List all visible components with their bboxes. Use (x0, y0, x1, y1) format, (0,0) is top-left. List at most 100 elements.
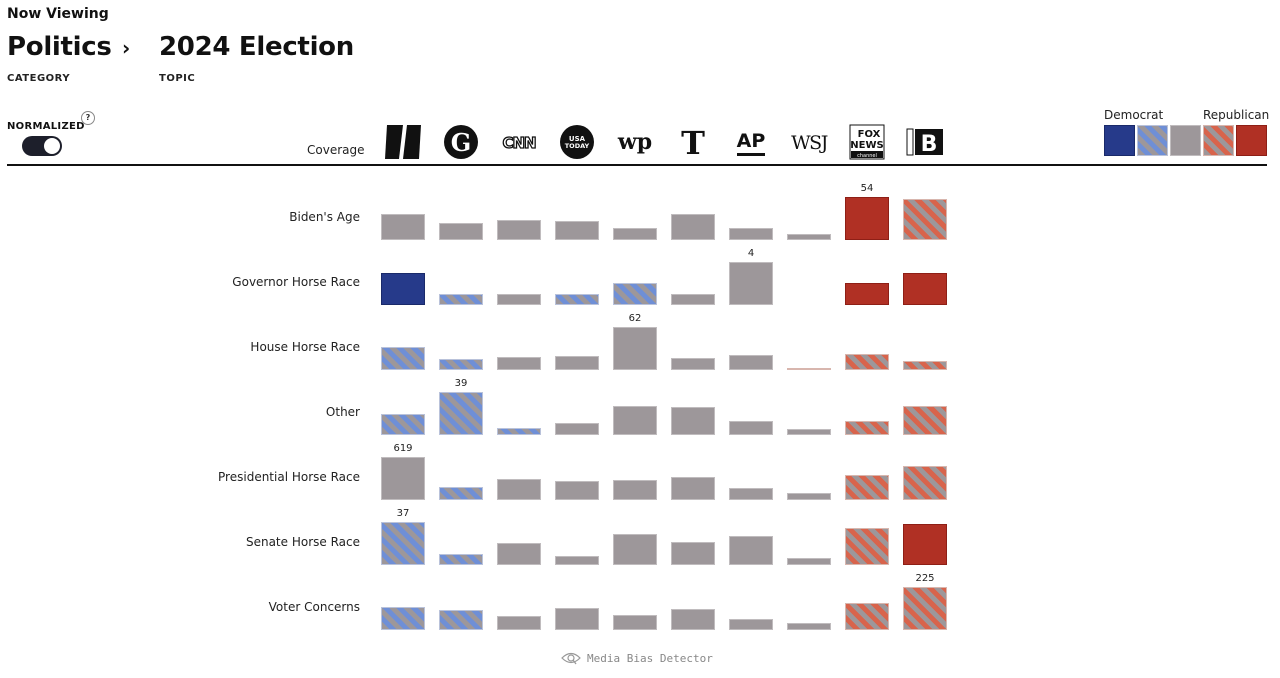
bar[interactable] (497, 357, 541, 370)
bar[interactable] (903, 524, 947, 565)
bar[interactable] (845, 475, 889, 500)
category-title[interactable]: Politics (7, 32, 112, 62)
help-icon[interactable]: ? (81, 111, 95, 125)
bar[interactable] (555, 294, 599, 305)
legend-swatch-lean-democrat (1137, 125, 1168, 156)
usa-today-logo[interactable]: USA TODAY (555, 124, 599, 160)
bar[interactable] (555, 608, 599, 630)
bar[interactable] (613, 327, 657, 370)
bar[interactable] (729, 262, 773, 305)
bar[interactable] (671, 294, 715, 305)
bar[interactable] (613, 406, 657, 435)
bar[interactable] (845, 283, 889, 305)
bar[interactable] (845, 197, 889, 240)
bar[interactable] (497, 428, 541, 435)
footer-brand[interactable]: Media Bias Detector (561, 651, 713, 665)
bar[interactable] (381, 347, 425, 370)
bar-max-label: 225 (915, 573, 935, 584)
wsj-logo[interactable]: WSJ (787, 124, 831, 160)
bar[interactable] (613, 283, 657, 305)
nyt-logo[interactable]: T (671, 124, 715, 160)
bar[interactable] (439, 487, 483, 500)
bar[interactable] (729, 536, 773, 565)
bar[interactable] (729, 228, 773, 240)
legend-swatch-democrat (1104, 125, 1135, 156)
legend-republican-label: Republican (1203, 108, 1270, 122)
bar[interactable] (729, 619, 773, 630)
bar[interactable] (613, 480, 657, 500)
bar[interactable] (787, 234, 831, 240)
cnn-logo[interactable]: CNN (497, 124, 541, 160)
bar[interactable] (671, 609, 715, 630)
bar[interactable] (845, 603, 889, 630)
ap-logo[interactable]: AP (729, 124, 773, 160)
coverage-label: Coverage (307, 143, 365, 157)
bar[interactable] (729, 355, 773, 370)
normalized-label: NORMALIZED (7, 121, 85, 132)
bar[interactable] (381, 273, 425, 305)
header-divider (7, 164, 1267, 166)
svg-text:CNN: CNN (502, 134, 536, 152)
bar[interactable] (381, 607, 425, 630)
bar[interactable] (671, 358, 715, 370)
category-label: CATEGORY (7, 73, 71, 84)
fox-news-logo[interactable]: FOX NEWS channel (845, 124, 889, 160)
now-viewing-label: Now Viewing (7, 6, 109, 22)
bar[interactable] (439, 359, 483, 370)
toggle-knob (44, 138, 60, 154)
bar[interactable] (671, 407, 715, 435)
bar[interactable] (903, 466, 947, 500)
bar[interactable] (613, 228, 657, 240)
bar[interactable] (787, 493, 831, 500)
bar[interactable] (555, 481, 599, 500)
washington-post-logo[interactable]: wp (613, 124, 657, 160)
bar[interactable] (555, 356, 599, 370)
breitbart-logo[interactable]: B (903, 124, 947, 160)
svg-text:channel: channel (857, 153, 877, 159)
bar[interactable] (903, 199, 947, 240)
legend-swatch-neutral (1170, 125, 1201, 156)
bar[interactable] (729, 421, 773, 435)
bar[interactable] (671, 542, 715, 565)
bar[interactable] (497, 479, 541, 500)
bar[interactable] (439, 392, 483, 435)
bar[interactable] (671, 214, 715, 240)
atlantic-logo[interactable] (381, 124, 425, 160)
bar[interactable] (613, 615, 657, 630)
guardian-logo[interactable]: G (439, 124, 483, 160)
bar[interactable] (381, 522, 425, 565)
bar[interactable] (555, 423, 599, 435)
bar[interactable] (845, 528, 889, 565)
bar[interactable] (845, 354, 889, 370)
bar[interactable] (903, 406, 947, 435)
legend-swatch-lean-republican (1203, 125, 1234, 156)
bar[interactable] (729, 488, 773, 500)
bar[interactable] (555, 556, 599, 565)
bar[interactable] (439, 294, 483, 305)
bar[interactable] (787, 558, 831, 565)
bar[interactable] (497, 294, 541, 305)
bar[interactable] (787, 623, 831, 630)
bar[interactable] (497, 220, 541, 240)
topic-title[interactable]: 2024 Election (159, 32, 354, 62)
bar[interactable] (497, 543, 541, 565)
bar[interactable] (555, 221, 599, 240)
bar[interactable] (381, 457, 425, 500)
bar[interactable] (845, 421, 889, 435)
bar[interactable] (903, 587, 947, 630)
bar[interactable] (671, 477, 715, 500)
bar[interactable] (903, 273, 947, 305)
bar[interactable] (439, 610, 483, 630)
bar[interactable] (787, 429, 831, 435)
bar[interactable] (787, 368, 831, 370)
normalized-toggle[interactable] (22, 136, 62, 156)
eye-search-icon (561, 652, 581, 665)
bar[interactable] (439, 223, 483, 240)
bar[interactable] (381, 214, 425, 240)
bar[interactable] (903, 361, 947, 370)
bar[interactable] (497, 616, 541, 630)
bar[interactable] (439, 554, 483, 565)
bar[interactable] (381, 414, 425, 435)
bar[interactable] (613, 534, 657, 565)
svg-text:T: T (681, 124, 705, 160)
